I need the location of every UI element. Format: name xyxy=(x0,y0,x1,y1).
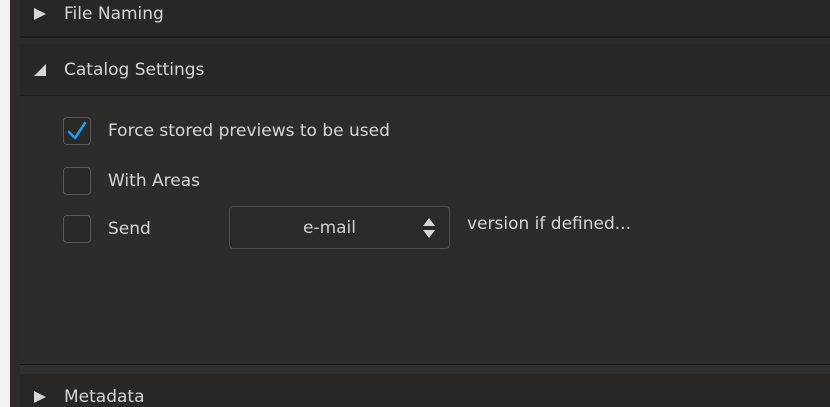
select-value: e-mail xyxy=(302,217,357,238)
send-checkbox[interactable] xyxy=(63,215,91,243)
option-send: Send xyxy=(63,215,151,243)
send-format-select[interactable]: e-mail xyxy=(229,206,450,249)
triangle-right-icon xyxy=(32,6,52,22)
send-suffix-text: version if defined... xyxy=(467,214,631,234)
section-divider xyxy=(20,365,830,374)
section-header-file-naming[interactable]: File Naming xyxy=(20,0,830,38)
triangle-down-icon xyxy=(32,62,52,78)
section-header-catalog-settings[interactable]: Catalog Settings xyxy=(20,44,830,96)
triangle-right-icon xyxy=(32,389,52,405)
export-settings-panel: File Naming Catalog Settings Force store… xyxy=(10,0,830,407)
option-label: Send xyxy=(108,219,151,239)
option-force-stored-previews: Force stored previews to be used xyxy=(63,117,390,145)
force-previews-checkbox[interactable] xyxy=(63,117,91,145)
section-title: File Naming xyxy=(64,4,164,24)
section-title: Metadata xyxy=(64,387,145,407)
section-title: Catalog Settings xyxy=(64,59,205,80)
up-down-arrows-icon xyxy=(419,216,439,240)
with-areas-checkbox[interactable] xyxy=(63,167,91,195)
option-with-areas: With Areas xyxy=(63,167,200,195)
section-header-metadata[interactable]: Metadata xyxy=(20,374,830,407)
checkmark-icon xyxy=(67,121,87,140)
option-label: Force stored previews to be used xyxy=(108,121,390,141)
option-label: With Areas xyxy=(108,171,200,191)
